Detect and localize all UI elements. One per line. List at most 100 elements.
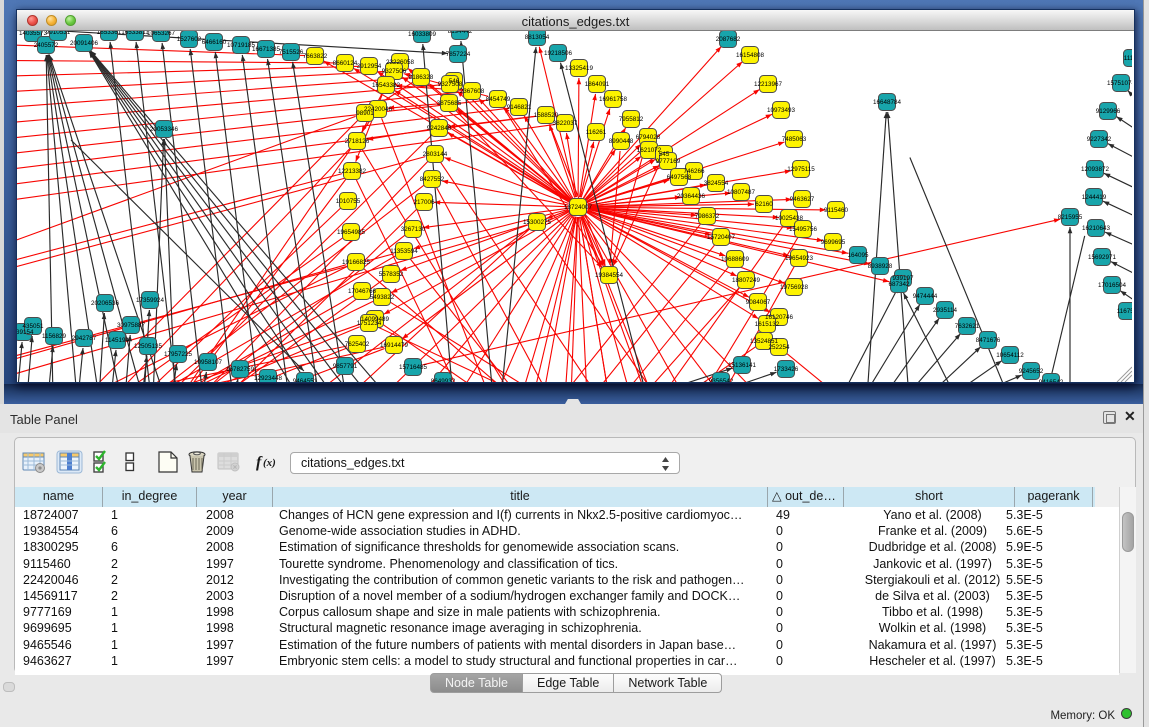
svg-text:1751234: 1751234 [357, 320, 382, 327]
svg-text:9146821: 9146821 [507, 104, 532, 111]
svg-text:(x): (x) [263, 457, 276, 469]
svg-text:15751074: 15751074 [1107, 80, 1132, 87]
svg-text:164095: 164095 [847, 252, 869, 259]
svg-text:217006: 217006 [413, 199, 435, 206]
svg-text:7515526: 7515526 [279, 49, 304, 56]
svg-text:15692971: 15692971 [1088, 254, 1117, 261]
svg-text:16961758: 16961758 [599, 96, 628, 103]
svg-text:12213382: 12213382 [338, 168, 367, 175]
svg-text:10688609: 10688609 [721, 256, 750, 263]
svg-text:2935114: 2935114 [933, 307, 958, 314]
svg-text:1733426: 1733426 [774, 366, 799, 373]
svg-text:15716485: 15716485 [399, 364, 428, 371]
svg-text:11353594: 11353594 [390, 248, 418, 255]
svg-text:f: f [256, 454, 263, 471]
svg-text:19756928: 19756928 [780, 284, 809, 291]
svg-text:8194442: 8194442 [448, 31, 473, 35]
svg-text:1615132: 1615132 [755, 321, 780, 328]
svg-text:3267130: 3267130 [401, 226, 426, 233]
svg-text:116261: 116261 [586, 129, 607, 136]
svg-text:1864091: 1864091 [585, 81, 610, 88]
svg-text:16543382: 16543382 [372, 82, 401, 89]
svg-text:13325419: 13325419 [565, 65, 594, 72]
svg-text:20053346: 20053346 [150, 126, 179, 133]
svg-text:9356542: 9356542 [709, 378, 734, 382]
svg-text:10973493: 10973493 [767, 107, 796, 114]
svg-text:16782759: 16782759 [226, 366, 255, 373]
svg-text:2405572: 2405572 [34, 42, 59, 49]
svg-text:12093872: 12093872 [1081, 166, 1110, 173]
svg-text:20091406: 20091406 [70, 40, 99, 47]
svg-text:15720407: 15720407 [707, 234, 736, 241]
svg-text:23226058: 23226058 [386, 59, 415, 66]
svg-text:9242848: 9242848 [427, 125, 452, 132]
svg-text:19166825: 19166825 [342, 259, 371, 266]
svg-text:7986372: 7986372 [695, 213, 720, 220]
svg-text:9463627: 9463627 [790, 196, 815, 203]
svg-text:19218506: 19218506 [544, 50, 573, 57]
svg-text:9416542: 9416542 [1039, 379, 1064, 382]
svg-text:1588520: 1588520 [534, 112, 559, 119]
svg-text:8938928: 8938928 [868, 263, 893, 270]
svg-text:1244419: 1244419 [1082, 194, 1107, 201]
svg-text:17957225: 17957225 [164, 351, 193, 358]
svg-text:16154808: 16154808 [736, 52, 765, 59]
svg-text:2087682: 2087682 [716, 36, 741, 43]
svg-text:11121: 11121 [1124, 55, 1132, 62]
svg-text:116753: 116753 [1117, 308, 1132, 315]
svg-text:8427552: 8427552 [420, 176, 445, 183]
svg-text:10807487: 10807487 [727, 189, 756, 196]
svg-text:19654985: 19654985 [337, 229, 366, 236]
svg-text:9857791: 9857791 [333, 363, 358, 370]
svg-text:2718126: 2718126 [345, 138, 370, 145]
svg-text:9084067: 9084067 [746, 299, 771, 306]
svg-text:8990448: 8990448 [609, 138, 634, 145]
svg-text:17359924: 17359924 [136, 297, 165, 304]
svg-text:16033809: 16033809 [408, 31, 437, 38]
svg-text:1145194: 1145194 [105, 337, 130, 344]
svg-text:8649932: 8649932 [431, 378, 456, 382]
svg-text:7663822: 7663822 [303, 53, 328, 60]
svg-text:7485063: 7485063 [782, 136, 807, 143]
svg-text:18807249: 18807249 [732, 277, 761, 284]
svg-text:6497568: 6497568 [667, 174, 692, 181]
svg-text:16914479: 16914479 [380, 342, 409, 349]
svg-text:15136141: 15136141 [728, 362, 757, 369]
svg-text:5493822: 5493822 [370, 294, 395, 301]
svg-text:687342: 687342 [888, 281, 910, 288]
svg-text:12975115: 12975115 [787, 166, 815, 173]
svg-text:7632621: 7632621 [955, 323, 980, 330]
svg-text:10654112: 10654112 [996, 352, 1024, 359]
svg-text:15300275: 15300275 [523, 219, 552, 226]
svg-text:9699695: 9699695 [821, 239, 846, 246]
svg-text:2942787: 2942787 [72, 335, 97, 342]
svg-text:10025438: 10025438 [775, 215, 804, 222]
svg-text:7625402: 7625402 [345, 341, 370, 348]
svg-text:9474444: 9474444 [913, 293, 938, 300]
svg-text:18724007: 18724007 [564, 204, 593, 211]
svg-text:3824554: 3824554 [704, 180, 729, 187]
svg-text:8660124: 8660124 [333, 60, 358, 67]
svg-text:19384554: 19384554 [595, 272, 624, 279]
svg-text:6794028: 6794028 [636, 134, 661, 141]
svg-text:16210643: 16210643 [1082, 225, 1111, 232]
svg-text:15495756: 15495756 [789, 226, 818, 233]
svg-text:9464551: 9464551 [293, 378, 318, 382]
svg-text:1853361: 1853361 [97, 31, 122, 36]
svg-text:20364436: 20364436 [677, 193, 706, 200]
svg-text:1010755: 1010755 [336, 198, 361, 205]
svg-text:9327506: 9327506 [382, 68, 407, 75]
svg-text:20206536: 20206536 [91, 300, 120, 307]
svg-text:17016504: 17016504 [1098, 282, 1127, 289]
svg-text:435051: 435051 [22, 323, 44, 330]
svg-text:9227342: 9227342 [1087, 136, 1112, 143]
svg-text:14035573: 14035573 [19, 31, 48, 37]
svg-text:16533811: 16533811 [121, 31, 149, 36]
svg-text:12213967: 12213967 [754, 81, 783, 88]
svg-text:6466160: 6466160 [202, 39, 227, 46]
svg-text:8454749: 8454749 [486, 96, 511, 103]
svg-text:439154: 439154 [17, 329, 34, 336]
svg-text:8471676: 8471676 [976, 337, 1001, 344]
svg-text:9910531: 9910531 [46, 31, 71, 36]
svg-text:7955812: 7955812 [619, 116, 644, 123]
